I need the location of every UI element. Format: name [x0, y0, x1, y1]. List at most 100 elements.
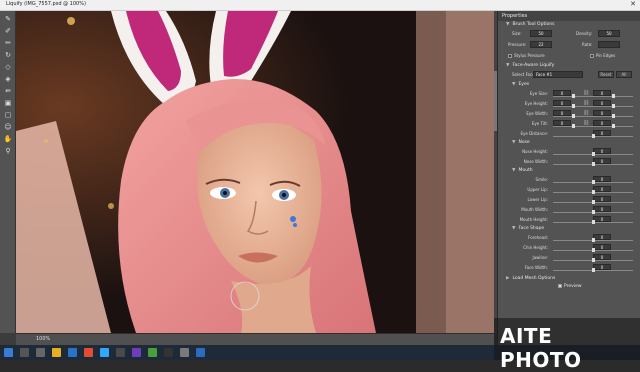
twirl-icon[interactable]: ↻ [3, 51, 13, 59]
watermark-text: AITE PHOTO [500, 324, 582, 372]
app-icon[interactable] [196, 348, 205, 357]
mouth-height-slider[interactable] [553, 220, 633, 224]
push-left-icon[interactable]: ⇚ [3, 87, 13, 95]
chin-height-slider[interactable] [553, 248, 633, 252]
start-icon[interactable] [4, 348, 13, 357]
chrome-icon[interactable] [84, 348, 93, 357]
image-canvas[interactable] [16, 11, 494, 333]
close-icon[interactable]: ✕ [630, 0, 636, 8]
eye-width-row: Eye Width: 0 ⛓ 0 [498, 109, 640, 119]
face-section-label: Face-Aware Liquify [512, 63, 555, 68]
app-icon[interactable] [132, 348, 141, 357]
panel-title: Properties [498, 11, 640, 21]
nose-header[interactable]: ▼ Nose [498, 139, 640, 147]
brush-section-header[interactable]: ▼ Brush Tool Options [498, 21, 640, 29]
pin-edges-checkbox[interactable]: Pin Edges [590, 53, 615, 58]
density-field[interactable]: 50 [598, 30, 620, 37]
liquify-window: Liquify (IMG_7557.psd @ 100%) ✕ ✎ ✐ ✏ ↻ … [0, 0, 640, 345]
freeze-mask-icon[interactable]: ▣ [3, 99, 13, 107]
eye-distance-slider[interactable] [553, 134, 633, 138]
mouth-width-label: Mouth Width: [521, 207, 548, 212]
lower-lip-slider[interactable] [553, 200, 633, 204]
app-icon[interactable] [180, 348, 189, 357]
face-shape-header[interactable]: ▼ Face Shape [498, 225, 640, 233]
stylus-pressure-checkbox[interactable]: Stylus Pressure [508, 53, 545, 58]
nose-height-label: Nose Height: [522, 149, 548, 154]
density-label: Density: [576, 31, 593, 36]
forehead-row: Forehead: 0 [498, 233, 640, 243]
reset-button[interactable]: Reset [598, 71, 614, 78]
file-explorer-icon[interactable] [52, 348, 61, 357]
eye-width-right-slider[interactable] [593, 114, 633, 118]
rate-label: Rate: [582, 42, 593, 47]
smile-slider[interactable] [553, 180, 633, 184]
size-label: Size: [512, 31, 522, 36]
jawline-label: Jawline: [532, 255, 548, 260]
face-shape-label: Face Shape [518, 226, 545, 231]
preview-label: Preview [564, 284, 582, 289]
app-icon[interactable] [116, 348, 125, 357]
search-icon[interactable] [20, 348, 29, 357]
watermark: AITE PHOTO [494, 318, 640, 372]
reconstruct-icon[interactable]: ✐ [3, 27, 13, 35]
select-face-dropdown[interactable]: Face #1 [533, 71, 583, 78]
nose-height-slider[interactable] [553, 152, 633, 156]
face-section-header[interactable]: ▼ Face-Aware Liquify [498, 62, 640, 70]
collapse-icon: ▼ [506, 22, 510, 27]
nose-label: Nose [518, 140, 530, 145]
eye-width-left-slider[interactable] [553, 114, 593, 118]
store-icon[interactable] [68, 348, 77, 357]
eye-height-left-slider[interactable] [553, 104, 593, 108]
app-icon[interactable] [148, 348, 157, 357]
hand-icon[interactable]: ✋ [3, 135, 13, 143]
brush-pressure-row: Pressure: 22 Rate: [498, 40, 640, 51]
face-width-slider[interactable] [553, 268, 633, 272]
forehead-label: Forehead: [528, 235, 548, 240]
stylus-pressure-label: Stylus Pressure [514, 53, 545, 58]
pressure-field[interactable]: 22 [530, 41, 552, 48]
zoom-icon[interactable]: ⚲ [3, 147, 13, 155]
eye-height-label: Eye Height: [524, 101, 548, 106]
nose-height-row: Nose Height: 0 [498, 147, 640, 157]
eye-height-right-slider[interactable] [593, 104, 633, 108]
eye-distance-row: Eye Distance: 0 [498, 129, 640, 139]
brush-size-row: Size: 50 Density: 50 [498, 29, 640, 40]
collapse-icon: ▼ [512, 82, 516, 87]
upper-lip-slider[interactable] [553, 190, 633, 194]
mouth-width-slider[interactable] [553, 210, 633, 214]
eye-size-left-slider[interactable] [553, 94, 593, 98]
eye-height-row: Eye Height: 0 ⛓ 0 [498, 99, 640, 109]
face-width-row: Face Width: 0 [498, 263, 640, 273]
bloat-icon[interactable]: ◈ [3, 75, 13, 83]
load-mesh-header[interactable]: ▶ Load Mesh Options [498, 275, 640, 283]
warp-icon[interactable]: ✎ [3, 15, 13, 23]
app-icon[interactable] [164, 348, 173, 357]
thaw-mask-icon[interactable]: ▢ [3, 111, 13, 119]
face-icon[interactable]: ☺ [3, 123, 13, 131]
eye-tilt-left-slider[interactable] [553, 124, 593, 128]
nose-width-row: Nose Width: 0 [498, 157, 640, 167]
mouth-width-row: Mouth Width: 0 [498, 205, 640, 215]
eye-distance-label: Eye Distance: [520, 131, 548, 136]
task-view-icon[interactable] [36, 348, 45, 357]
eye-width-label: Eye Width: [526, 111, 548, 116]
smooth-icon[interactable]: ✏ [3, 39, 13, 47]
mouth-header[interactable]: ▼ Mouth [498, 167, 640, 175]
preview-checkbox[interactable]: Preview [498, 283, 640, 291]
zoom-level[interactable]: 100% [36, 336, 50, 342]
rate-field[interactable] [598, 41, 620, 48]
eyes-header[interactable]: ▼ Eyes [498, 81, 640, 89]
eye-tilt-right-slider[interactable] [593, 124, 633, 128]
eye-size-right-slider[interactable] [593, 94, 633, 98]
jawline-slider[interactable] [553, 258, 633, 262]
chin-height-row: Chin Height: 0 [498, 243, 640, 253]
photoshop-icon[interactable] [100, 348, 109, 357]
window-title: Liquify (IMG_7557.psd @ 100%) [6, 1, 86, 7]
nose-width-slider[interactable] [553, 162, 633, 166]
upper-lip-row: Upper Lip: 0 [498, 185, 640, 195]
all-button[interactable]: All [616, 71, 632, 78]
size-field[interactable]: 50 [530, 30, 552, 37]
eye-tilt-row: Eye Tilt: 0 ⛓ 0 [498, 119, 640, 129]
forehead-slider[interactable] [553, 238, 633, 242]
pucker-icon[interactable]: ◇ [3, 63, 13, 71]
